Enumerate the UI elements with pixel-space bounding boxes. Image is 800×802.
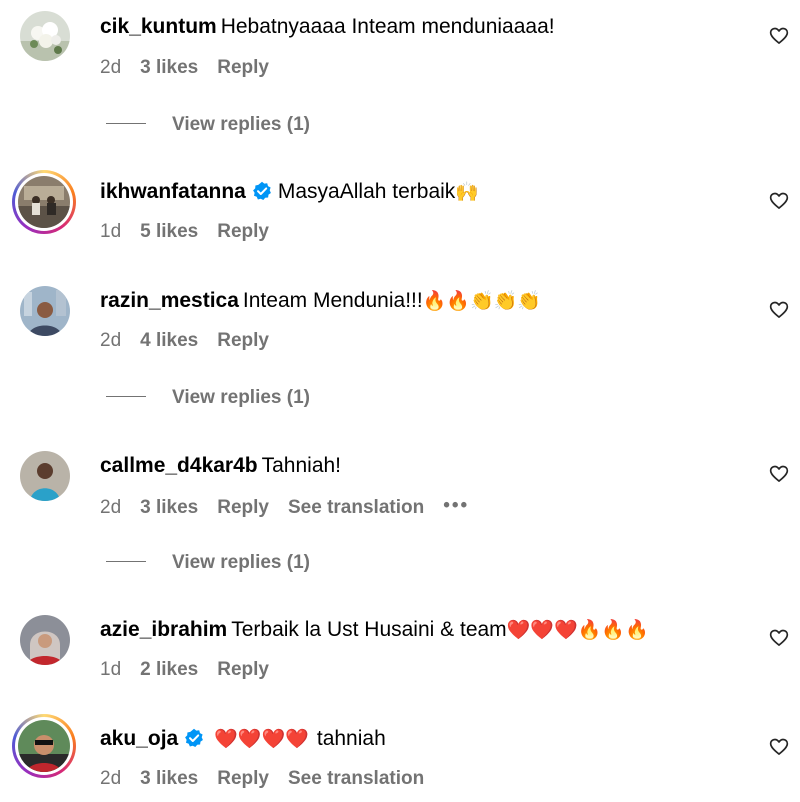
reply-button[interactable]: Reply [217, 768, 269, 789]
comment-line: razin_mestica Inteam Mendunia!!!🔥🔥👏👏👏 [100, 288, 541, 314]
see-translation-button[interactable]: See translation [288, 768, 424, 789]
likes-count[interactable]: 4 likes [140, 330, 198, 351]
comment-emoji: ❤️❤️❤️🔥🔥🔥 [506, 619, 649, 641]
view-replies-button[interactable]: View replies (1) [106, 551, 310, 575]
comment-meta: 1d 5 likes Reply [100, 220, 288, 244]
comment-emoji: ❤️❤️❤️❤️ [214, 728, 309, 750]
reply-button[interactable]: Reply [217, 659, 269, 680]
comment-line: ikhwanfatanna MasyaAllah terbaik🙌 [100, 179, 479, 205]
avatar[interactable] [12, 714, 76, 778]
likes-count[interactable]: 3 likes [140, 768, 198, 789]
timestamp: 1d [100, 221, 122, 242]
username[interactable]: razin_mestica [100, 289, 239, 312]
reply-line-divider [106, 561, 146, 562]
comment-text: Hebatnyaaaa Inteam menduniaaaa! [220, 15, 555, 38]
reply-button[interactable]: Reply [217, 330, 269, 351]
comment-text: Tahniah! [261, 454, 342, 477]
comment-meta: 2d 4 likes Reply [100, 329, 288, 353]
username[interactable]: cik_kuntum [100, 15, 217, 38]
comment-text: Terbaik la Ust Husaini & team [231, 618, 507, 641]
reply-line-divider [106, 396, 146, 397]
comment-line: callme_d4kar4b Tahniah! [100, 453, 341, 479]
likes-count[interactable]: 5 likes [140, 221, 198, 242]
heart-outline-icon[interactable] [769, 26, 789, 46]
avatar[interactable] [20, 451, 70, 501]
username[interactable]: callme_d4kar4b [100, 454, 258, 477]
likes-count[interactable]: 2 likes [140, 659, 198, 680]
timestamp: 2d [100, 497, 122, 518]
comment-text: MasyaAllah terbaik [277, 180, 456, 203]
reply-line-divider [106, 123, 146, 124]
reply-button[interactable]: Reply [217, 497, 269, 518]
heart-outline-icon[interactable] [769, 464, 789, 484]
comment-text: Inteam Mendunia!!! [242, 289, 423, 312]
username[interactable]: aku_oja [100, 727, 178, 750]
comment-line: cik_kuntum Hebatnyaaaa Inteam menduniaaaa… [100, 14, 555, 40]
timestamp: 2d [100, 57, 122, 78]
comment-emoji: 🙌 [455, 181, 479, 203]
verified-badge-icon [185, 728, 204, 747]
reply-button[interactable]: Reply [217, 57, 269, 78]
view-replies-label: View replies (1) [172, 114, 310, 135]
avatar[interactable] [20, 286, 70, 336]
comment-line: aku_oja ❤️❤️❤️❤️ tahniah [100, 726, 386, 752]
comment-emoji: 🔥🔥👏👏👏 [422, 290, 541, 312]
comment-meta: 1d 2 likes Reply [100, 658, 288, 682]
username[interactable]: azie_ibrahim [100, 618, 227, 641]
view-replies-label: View replies (1) [172, 552, 310, 573]
timestamp: 2d [100, 330, 122, 351]
avatar[interactable] [12, 170, 76, 234]
heart-outline-icon[interactable] [769, 191, 789, 211]
more-horizontal-icon[interactable]: ••• [443, 494, 469, 518]
avatar[interactable] [20, 615, 70, 665]
heart-outline-icon[interactable] [769, 300, 789, 320]
reply-button[interactable]: Reply [217, 221, 269, 242]
comment-meta: 2d 3 likes Reply See translation [100, 767, 443, 791]
view-replies-label: View replies (1) [172, 387, 310, 408]
verified-badge-icon [252, 181, 271, 200]
comment-meta: 2d 3 likes Reply [100, 56, 288, 80]
comment-text: tahniah [316, 727, 386, 750]
view-replies-button[interactable]: View replies (1) [106, 386, 310, 410]
heart-outline-icon[interactable] [769, 737, 789, 757]
likes-count[interactable]: 3 likes [140, 57, 198, 78]
username[interactable]: ikhwanfatanna [100, 180, 246, 203]
view-replies-button[interactable]: View replies (1) [106, 113, 310, 137]
timestamp: 2d [100, 768, 122, 789]
comment-line: azie_ibrahim Terbaik la Ust Husaini & tea… [100, 617, 649, 643]
comment-meta: 2d 3 likes Reply See translation ••• [100, 494, 488, 520]
avatar[interactable] [20, 11, 70, 61]
likes-count[interactable]: 3 likes [140, 497, 198, 518]
timestamp: 1d [100, 659, 122, 680]
heart-outline-icon[interactable] [769, 628, 789, 648]
see-translation-button[interactable]: See translation [288, 497, 424, 518]
